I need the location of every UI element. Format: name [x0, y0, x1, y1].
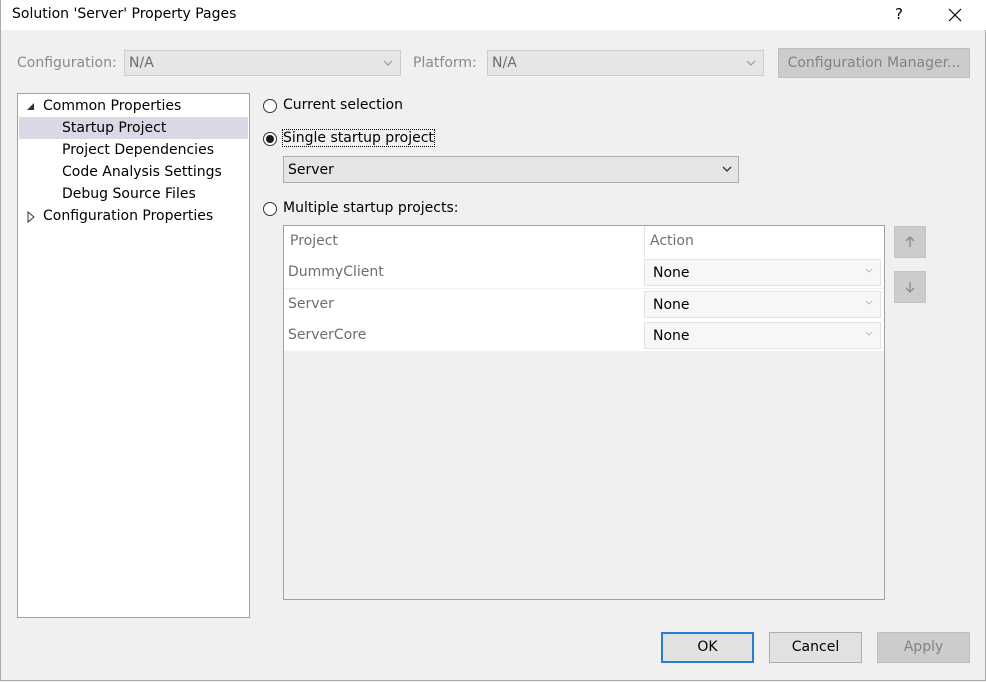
tree-item-project-dependencies[interactable]: Project Dependencies [62, 139, 214, 161]
action-value: None [653, 297, 690, 313]
configuration-label: Configuration: [17, 55, 117, 71]
chevron-down-icon [865, 331, 873, 336]
tree-item-startup-project[interactable]: Startup Project [19, 117, 248, 139]
tree-item-common-properties[interactable]: Common Properties [43, 95, 181, 117]
arrow-up-icon [905, 236, 915, 247]
chevron-down-icon [865, 268, 873, 273]
close-button[interactable] [939, 0, 971, 30]
configuration-dropdown[interactable]: N/A [124, 50, 401, 76]
tree-item-configuration-properties[interactable]: Configuration Properties [43, 205, 213, 227]
current-selection-label[interactable]: Current selection [283, 97, 403, 113]
single-startup-label[interactable]: Single startup project [282, 129, 435, 147]
ok-button[interactable]: OK [661, 632, 754, 663]
current-selection-radio[interactable] [263, 99, 277, 113]
platform-dropdown[interactable]: N/A [487, 50, 764, 76]
project-name: DummyClient [288, 264, 384, 280]
project-name: Server [288, 296, 334, 312]
single-startup-radio[interactable] [263, 132, 277, 146]
column-header-project[interactable]: Project [290, 226, 338, 257]
property-tree: Common Properties Startup Project Projec… [17, 93, 250, 618]
configuration-manager-button[interactable]: Configuration Manager... [778, 48, 970, 78]
radio-selected-dot [266, 135, 274, 143]
grid-header: Project Action [284, 226, 884, 258]
chevron-down-icon [746, 60, 756, 66]
column-divider[interactable] [644, 226, 645, 257]
arrow-down-icon [905, 282, 915, 293]
configuration-value: N/A [129, 55, 154, 71]
tree-item-code-analysis-settings[interactable]: Code Analysis Settings [62, 161, 222, 183]
property-pages-dialog: Solution 'Server' Property Pages ? Confi… [0, 0, 986, 681]
expanded-arrow-icon[interactable] [26, 96, 38, 118]
chevron-down-icon [865, 300, 873, 305]
single-startup-value: Server [288, 162, 334, 178]
platform-label: Platform: [413, 55, 477, 71]
collapsed-arrow-icon[interactable] [27, 206, 39, 228]
title-bar: Solution 'Server' Property Pages ? [1, 0, 986, 30]
cancel-button[interactable]: Cancel [769, 632, 862, 663]
single-startup-dropdown[interactable]: Server [283, 156, 739, 183]
tree-item-debug-source-files[interactable]: Debug Source Files [62, 183, 196, 205]
move-up-button[interactable] [894, 226, 926, 258]
chevron-down-icon [383, 60, 393, 66]
apply-button[interactable]: Apply [877, 632, 970, 663]
startup-projects-grid: Project Action DummyClient None Server N… [283, 225, 885, 600]
tree-item-label: Startup Project [62, 120, 167, 136]
table-row[interactable]: Server None [284, 289, 884, 321]
action-value: None [653, 265, 690, 281]
window-title: Solution 'Server' Property Pages [12, 6, 237, 22]
project-name: ServerCore [288, 327, 367, 343]
action-value: None [653, 328, 690, 344]
platform-value: N/A [492, 55, 517, 71]
move-down-button[interactable] [894, 271, 926, 303]
action-dropdown[interactable]: None [644, 322, 881, 349]
action-dropdown[interactable]: None [644, 259, 881, 286]
help-button[interactable]: ? [885, 0, 913, 30]
table-row[interactable]: ServerCore None [284, 320, 884, 352]
action-dropdown[interactable]: None [644, 291, 881, 318]
table-row[interactable]: DummyClient None [284, 257, 884, 289]
column-header-action[interactable]: Action [650, 226, 694, 257]
chevron-down-icon [722, 166, 732, 172]
multiple-startup-label[interactable]: Multiple startup projects: [283, 200, 458, 216]
close-icon [948, 8, 962, 22]
multiple-startup-radio[interactable] [263, 202, 277, 216]
